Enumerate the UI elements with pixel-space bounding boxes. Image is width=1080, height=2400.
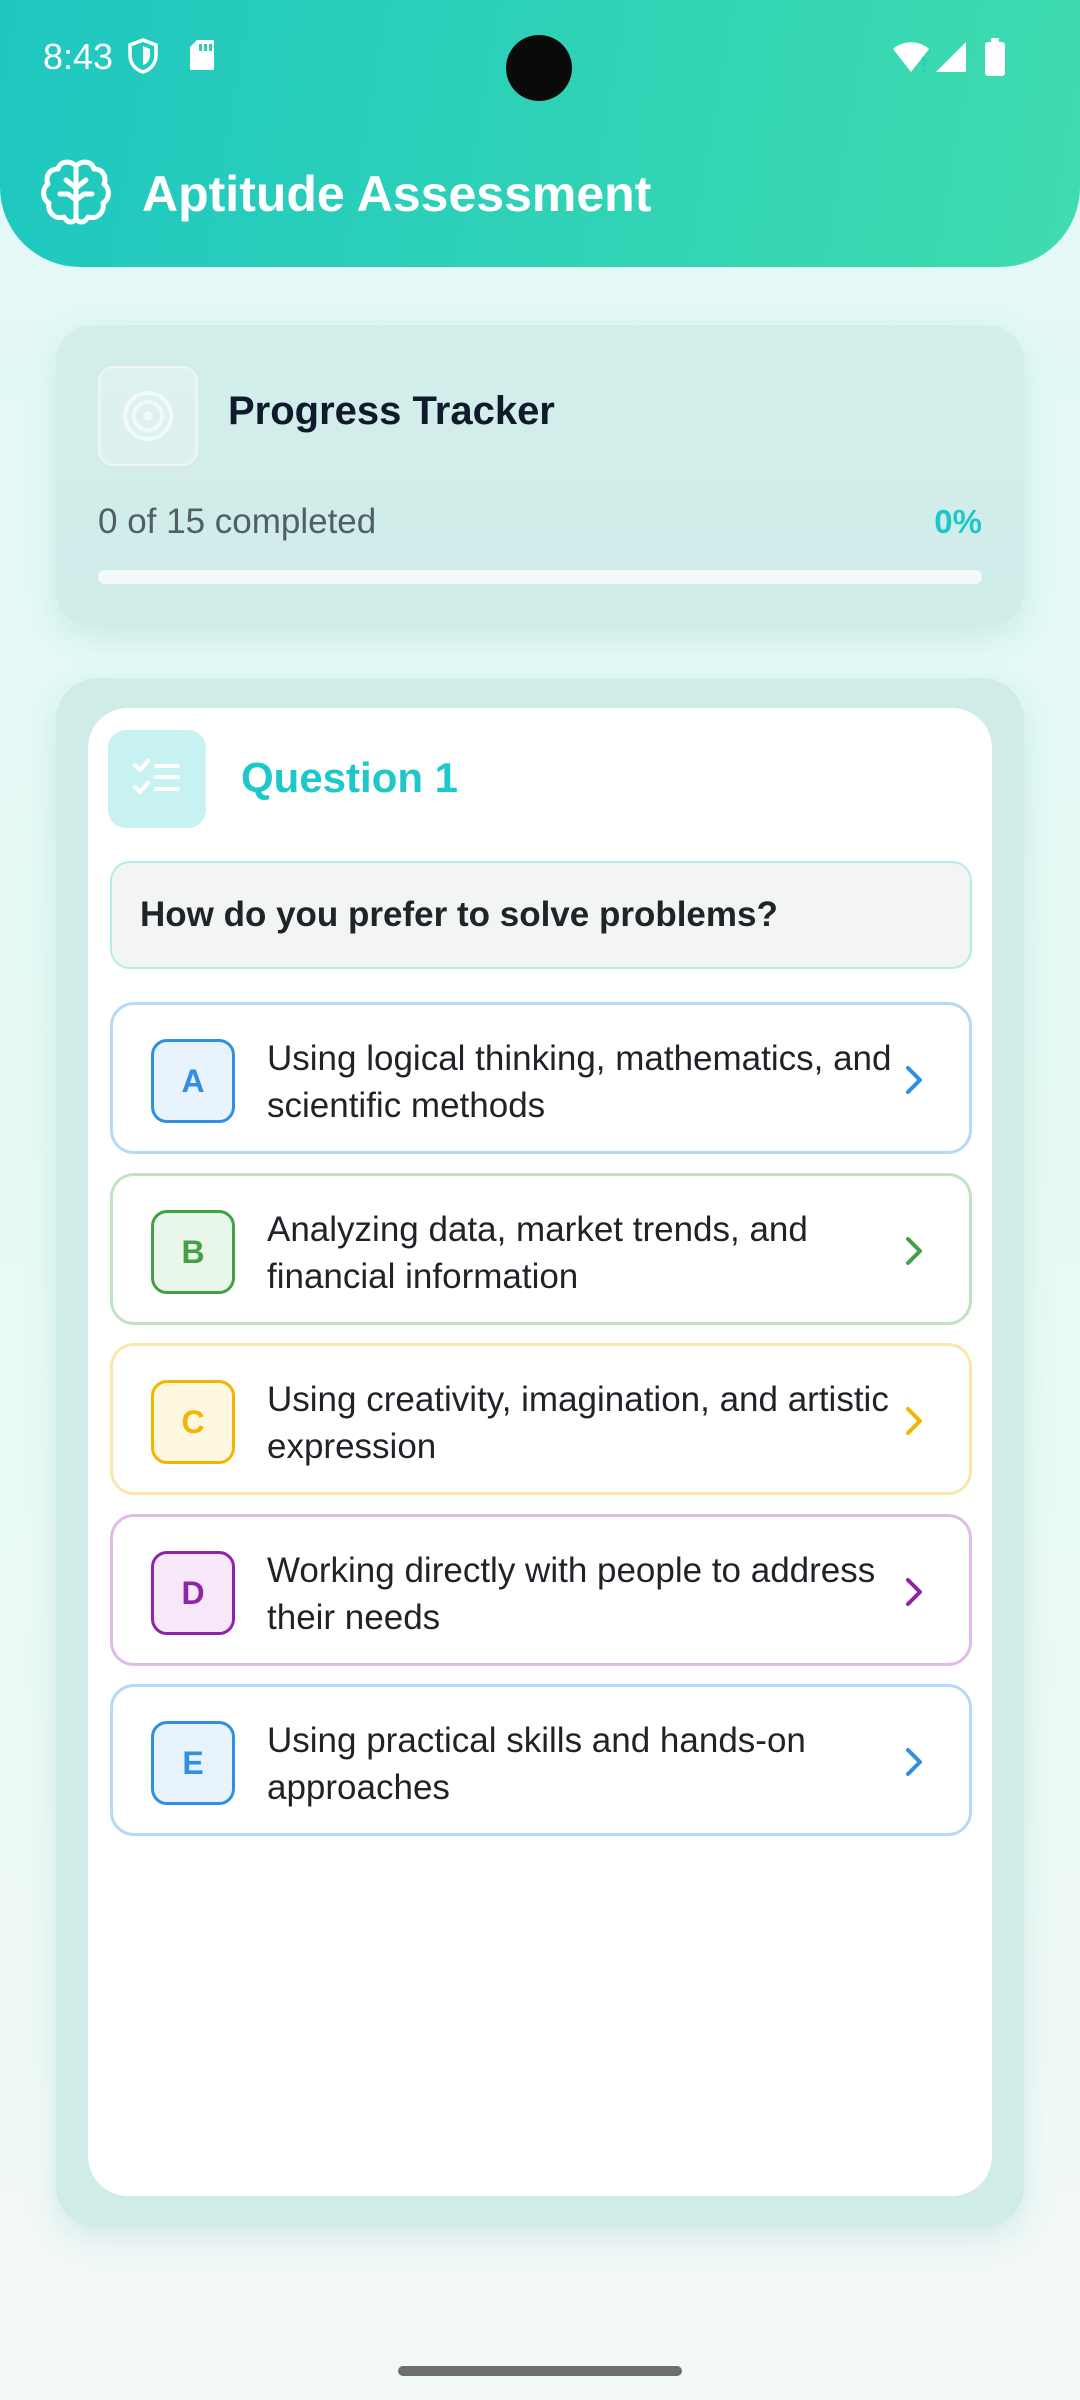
progress-card: Progress Tracker 0 of 15 completed 0% xyxy=(56,325,1024,627)
gesture-home-bar[interactable] xyxy=(398,2366,682,2376)
signal-icon xyxy=(936,42,966,72)
target-icon xyxy=(123,391,173,441)
app-bar: 8:43 Aptitude Assessment xyxy=(0,0,1080,267)
shield-icon xyxy=(128,38,158,74)
target-icon-box xyxy=(98,366,198,466)
option-c[interactable]: C Using creativity, imagination, and art… xyxy=(110,1343,972,1495)
option-letter: E xyxy=(151,1721,235,1805)
option-letter: B xyxy=(151,1210,235,1294)
question-text: How do you prefer to solve problems? xyxy=(140,895,778,934)
option-text: Analyzing data, market trends, and finan… xyxy=(267,1210,808,1296)
option-text: Using creativity, imagination, and artis… xyxy=(267,1380,889,1466)
brain-icon xyxy=(41,159,111,225)
option-a[interactable]: A Using logical thinking, mathematics, a… xyxy=(110,1002,972,1154)
option-letter: D xyxy=(151,1551,235,1635)
option-d[interactable]: D Working directly with people to addres… xyxy=(110,1514,972,1666)
progress-count: 0 of 15 completed xyxy=(98,502,377,541)
sd-card-icon xyxy=(190,40,214,70)
chevron-right-icon xyxy=(906,1578,922,1606)
option-text: Using practical skills and hands-on appr… xyxy=(267,1721,806,1807)
question-card: Question 1 How do you prefer to solve pr… xyxy=(88,708,992,2196)
chevron-right-icon xyxy=(906,1066,922,1094)
camera-cutout xyxy=(506,35,572,101)
question-wrapper: Question 1 How do you prefer to solve pr… xyxy=(56,678,1024,2228)
question-label: Question 1 xyxy=(241,754,459,801)
progress-bar xyxy=(98,570,982,584)
status-time: 8:43 xyxy=(43,36,114,77)
progress-percent: 0% xyxy=(934,503,982,540)
battery-icon xyxy=(985,38,1005,76)
wifi-icon xyxy=(893,42,929,73)
option-text: Working directly with people to address … xyxy=(267,1551,876,1637)
question-text-box: How do you prefer to solve problems? xyxy=(110,861,972,969)
app-title: Aptitude Assessment xyxy=(142,166,652,222)
checklist-icon xyxy=(133,759,180,794)
option-letter: A xyxy=(151,1039,235,1123)
chevron-right-icon xyxy=(906,1748,922,1776)
progress-title: Progress Tracker xyxy=(228,389,555,433)
checklist-icon-box xyxy=(108,730,206,828)
option-text: Using logical thinking, mathematics, and… xyxy=(267,1039,892,1125)
chevron-right-icon xyxy=(906,1237,922,1265)
screen: 8:43 Aptitude Assessment Progress Tracke… xyxy=(0,0,1080,2400)
option-letter: C xyxy=(151,1380,235,1464)
option-e[interactable]: E Using practical skills and hands-on ap… xyxy=(110,1684,972,1836)
option-b[interactable]: B Analyzing data, market trends, and fin… xyxy=(110,1173,972,1325)
chevron-right-icon xyxy=(906,1407,922,1435)
